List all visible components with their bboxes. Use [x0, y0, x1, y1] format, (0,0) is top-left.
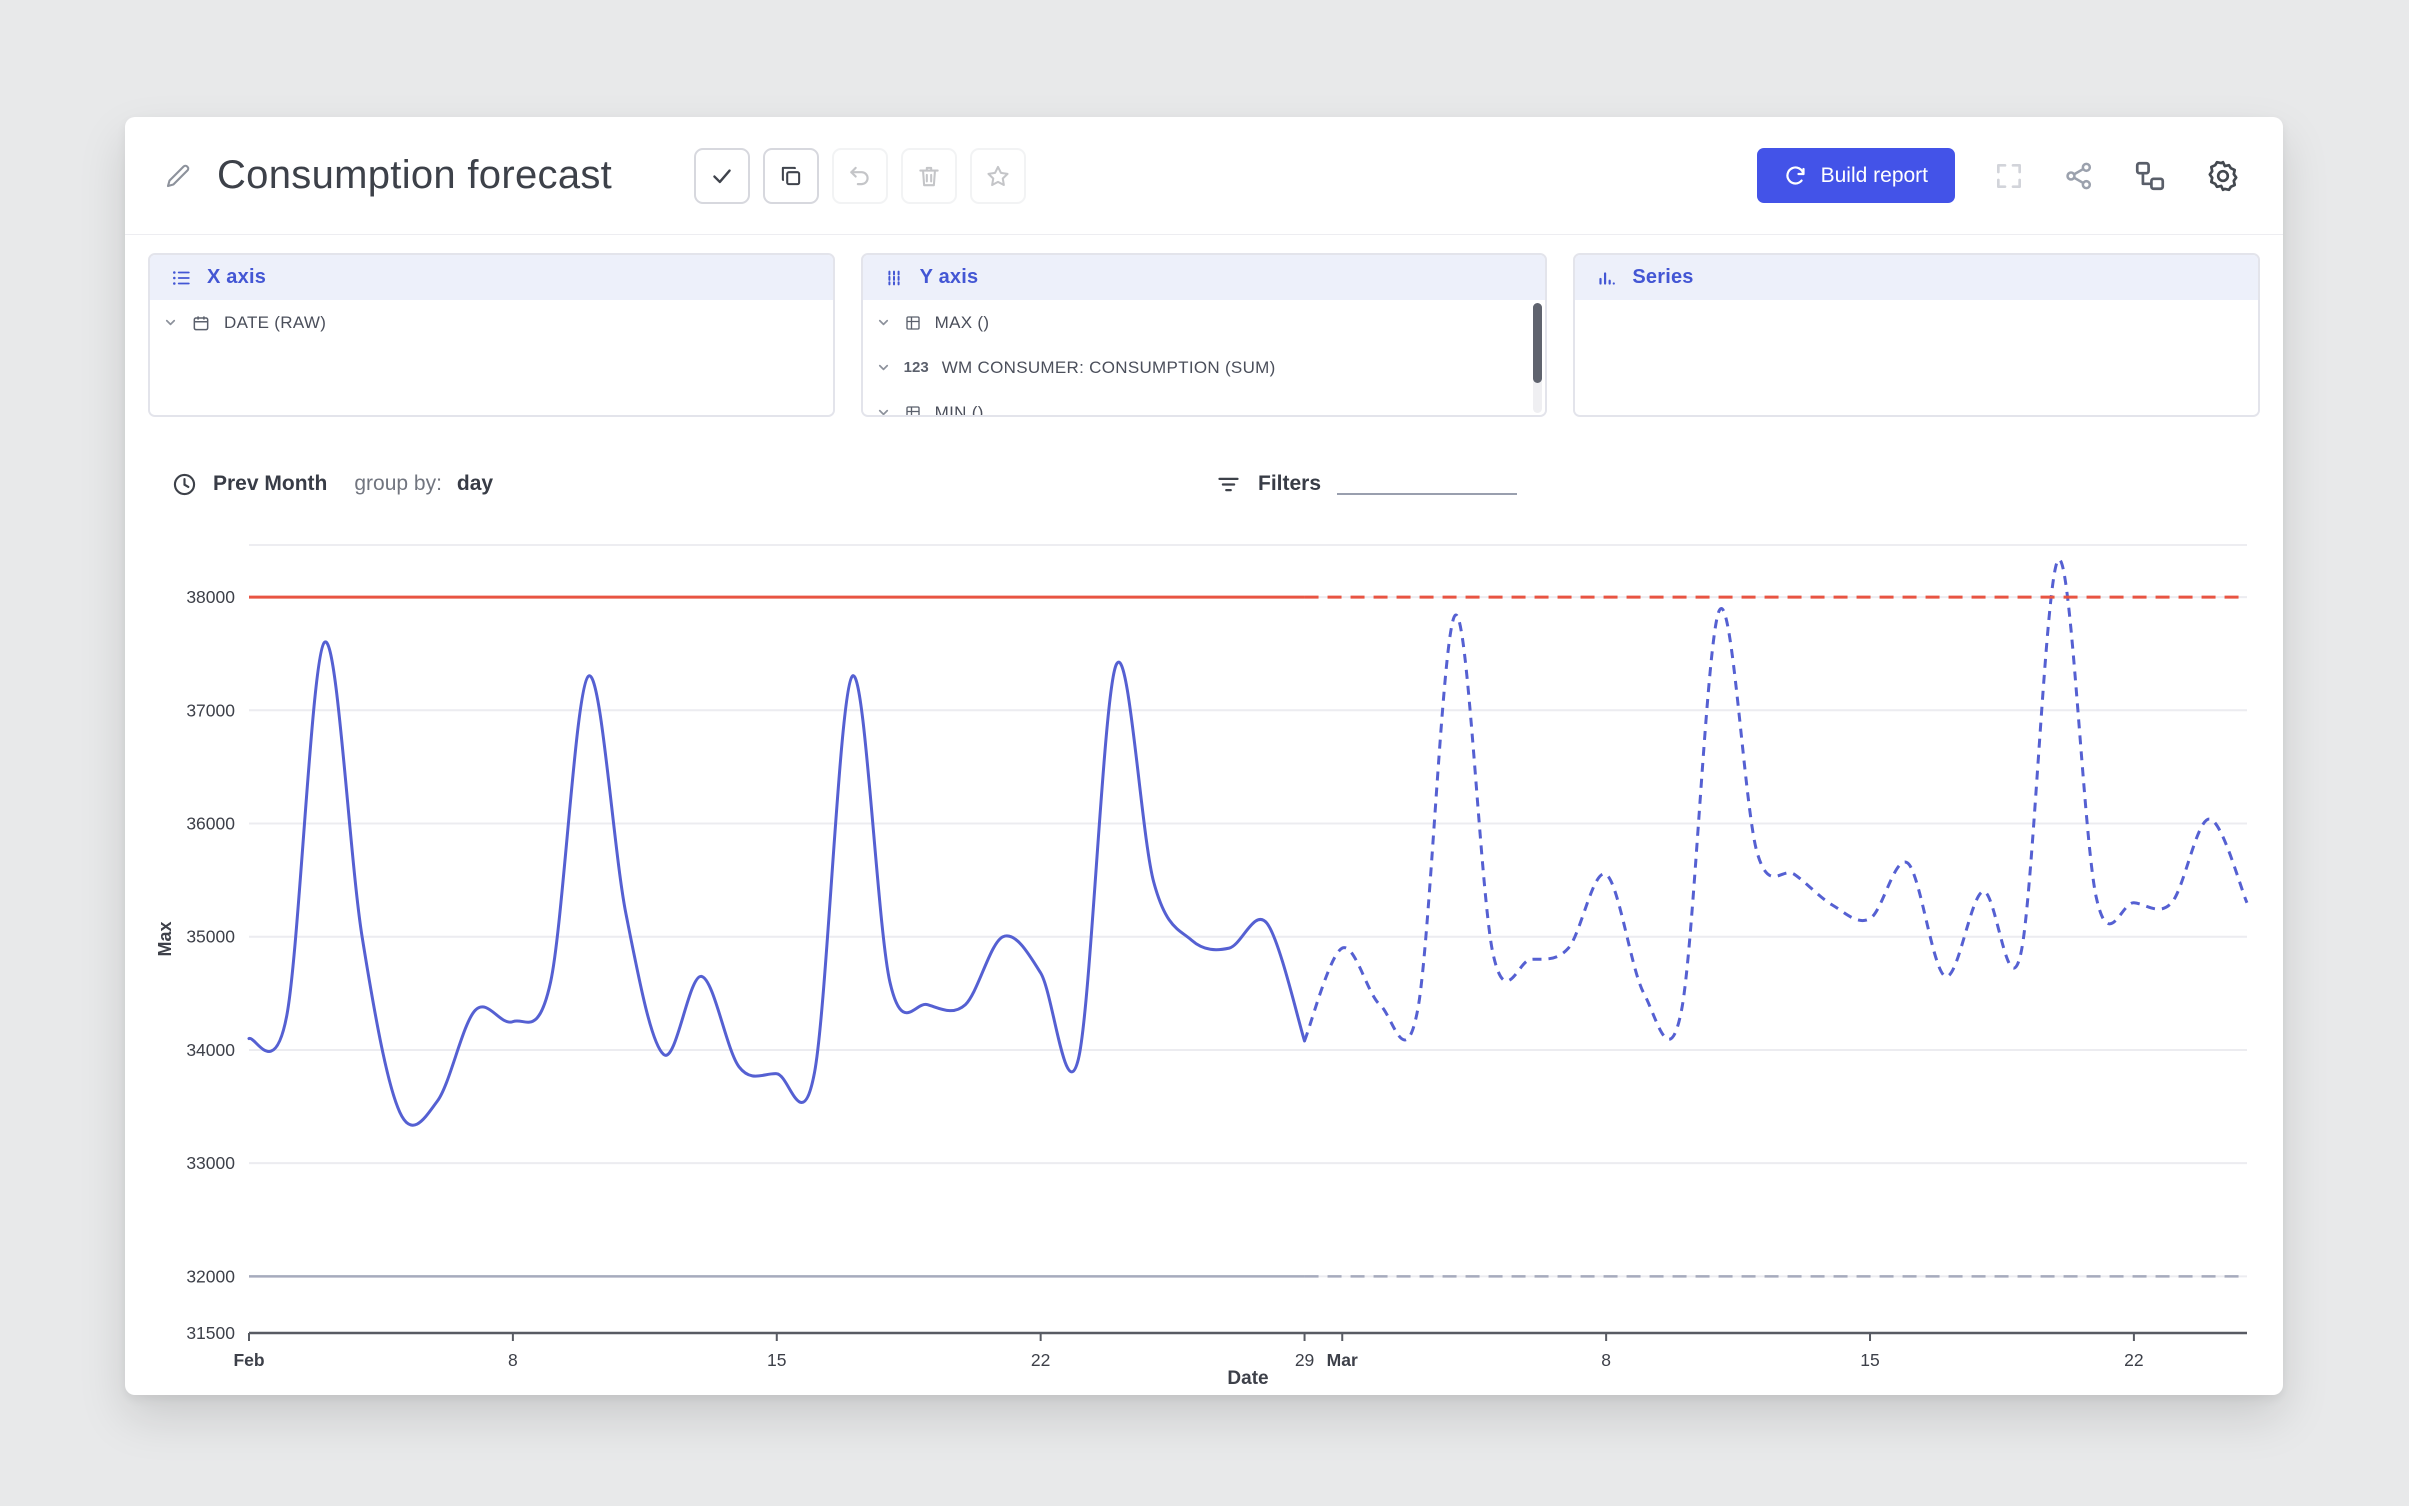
svg-text:Max: Max — [155, 921, 175, 956]
settings-gear-icon[interactable] — [2205, 158, 2241, 194]
svg-text:37000: 37000 — [186, 700, 235, 720]
chart-controls: Prev Month group by: day Filters — [125, 463, 2283, 505]
numeric-type-icon: 123 — [903, 359, 929, 376]
x-axis-panel: X axis DATE (RAW) — [148, 253, 835, 417]
page-title: Consumption forecast — [217, 153, 613, 197]
header: Consumption forecast Build report — [125, 117, 2283, 235]
y-axis-panel-label: Y axis — [919, 266, 979, 288]
period-selector[interactable]: Prev Month — [213, 472, 327, 496]
y-axis-panel: Y axis MAX () 123 WM CONSUMER: CONSUMPTI… — [860, 253, 1548, 417]
y-axis-field-min[interactable]: MIN () — [863, 390, 1546, 417]
y-axis-panel-body: MAX () 123 WM CONSUMER: CONSUMPTION (SUM… — [862, 300, 1546, 417]
chevron-down-icon[interactable] — [163, 315, 178, 330]
forecast-line-chart[interactable]: 38000 37000 36000 35000 34000 33000 32000 31500… — [147, 515, 2259, 1395]
group-by-label: group by: — [354, 472, 442, 495]
check-icon — [709, 163, 735, 189]
delete-button[interactable] — [901, 147, 958, 204]
build-report-button[interactable]: Build report — [1756, 148, 1955, 203]
filters-input-underline[interactable] — [1337, 469, 1518, 495]
share-icon[interactable] — [2063, 160, 2095, 192]
svg-text:Feb: Feb — [233, 1350, 264, 1370]
axis-config-row: X axis DATE (RAW) Y axis MAX () 123 WM C… — [125, 253, 2283, 417]
svg-text:15: 15 — [767, 1350, 786, 1370]
svg-text:22: 22 — [1031, 1350, 1050, 1370]
edit-title-icon[interactable] — [163, 161, 193, 191]
x-axis-panel-body: DATE (RAW) — [150, 300, 833, 415]
y-axis-field-max[interactable]: MAX () — [863, 300, 1546, 345]
svg-text:29: 29 — [1295, 1350, 1314, 1370]
filters-icon — [1215, 471, 1242, 498]
consumption-forecast-window: Consumption forecast Build report X axis… — [125, 117, 2283, 1395]
group-by-value[interactable]: day — [457, 472, 493, 496]
svg-text:Date: Date — [1227, 1368, 1268, 1389]
x-axis-field-date[interactable]: DATE (RAW) — [150, 300, 833, 345]
y-axis-field-label: MIN () — [934, 402, 984, 417]
series-panel: Series — [1573, 253, 2261, 417]
svg-text:33000: 33000 — [186, 1153, 235, 1173]
svg-text:31500: 31500 — [186, 1323, 235, 1343]
svg-text:34000: 34000 — [186, 1040, 235, 1060]
chevron-down-icon[interactable] — [876, 405, 891, 415]
columns-icon — [883, 267, 905, 289]
bar-chart-icon — [1595, 267, 1617, 289]
x-axis-panel-header: X axis — [150, 255, 833, 300]
refresh-icon — [1784, 164, 1808, 188]
y-axis-scrollbar[interactable] — [1533, 303, 1543, 413]
flow-diagram-icon[interactable] — [2133, 159, 2167, 193]
y-axis-scrollbar-thumb[interactable] — [1533, 303, 1543, 383]
y-axis-panel-header: Y axis — [862, 255, 1546, 300]
svg-text:35000: 35000 — [186, 927, 235, 947]
grid-field-icon — [904, 314, 922, 332]
y-axis-field-label: MAX () — [934, 312, 990, 332]
svg-text:22: 22 — [2124, 1350, 2143, 1370]
x-axis-field-label: DATE (RAW) — [224, 312, 327, 332]
undo-button[interactable] — [832, 147, 889, 204]
copy-button[interactable] — [763, 147, 820, 204]
undo-icon — [847, 163, 873, 189]
fullscreen-icon[interactable] — [1993, 160, 2025, 192]
toolbar — [694, 147, 1027, 204]
svg-text:15: 15 — [1860, 1350, 1879, 1370]
chevron-down-icon[interactable] — [876, 315, 891, 330]
build-report-label: Build report — [1820, 163, 1928, 187]
clock-icon — [171, 471, 198, 498]
svg-text:32000: 32000 — [186, 1266, 235, 1286]
copy-icon — [778, 163, 804, 189]
list-icon — [170, 267, 192, 289]
svg-text:8: 8 — [1601, 1350, 1611, 1370]
svg-text:8: 8 — [508, 1350, 518, 1370]
svg-text:38000: 38000 — [186, 587, 235, 607]
chart-area: 38000 37000 36000 35000 34000 33000 32000 31500… — [125, 515, 2283, 1395]
x-axis-panel-label: X axis — [207, 266, 267, 288]
calendar-icon — [191, 313, 211, 333]
star-icon — [985, 163, 1011, 189]
trash-icon — [916, 163, 942, 189]
grid-field-icon — [904, 404, 922, 415]
filters-button[interactable]: Filters — [1258, 472, 1321, 496]
series-panel-label: Series — [1632, 266, 1694, 288]
series-panel-body — [1575, 300, 2259, 415]
favorite-button[interactable] — [970, 147, 1027, 204]
series-panel-header: Series — [1575, 255, 2259, 300]
svg-text:36000: 36000 — [186, 814, 235, 834]
y-axis-field-label: WM CONSUMER: CONSUMPTION (SUM) — [941, 357, 1276, 377]
chevron-down-icon[interactable] — [876, 360, 891, 375]
apply-button[interactable] — [694, 147, 751, 204]
svg-text:Mar: Mar — [1327, 1350, 1358, 1370]
header-right-tools: Build report — [1756, 148, 2241, 203]
y-axis-field-consumption[interactable]: 123 WM CONSUMER: CONSUMPTION (SUM) — [863, 345, 1546, 390]
